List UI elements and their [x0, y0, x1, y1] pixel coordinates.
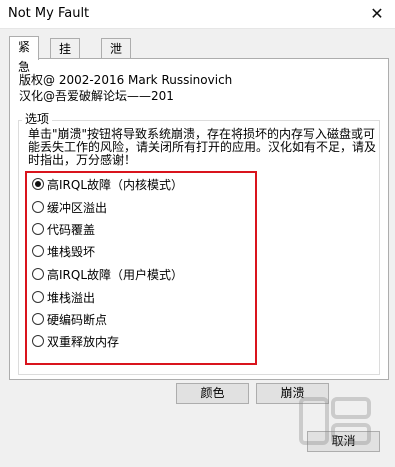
option-stack-overflow[interactable]: 堆栈溢出 — [32, 288, 95, 306]
radio-icon[interactable] — [32, 291, 44, 303]
translation-credit: 汉化@吾爱破解论坛——201 — [19, 89, 174, 103]
crash-description: 单击"崩溃"按钮将导致系统崩溃，存在将损坏的内存写入磁盘或可能丢失工作的风险，请… — [28, 127, 377, 167]
option-label: 双重释放内存 — [47, 334, 120, 349]
copyright-text: 版权@ 2002-2016 Mark Russinovich — [19, 73, 233, 87]
option-hardcoded-breakpoint[interactable]: 硬编码断点 — [32, 310, 107, 328]
radio-icon[interactable] — [32, 223, 44, 235]
radio-icon[interactable] — [32, 313, 44, 325]
tab-leak[interactable]: 泄露 — [101, 38, 132, 76]
options-group-label: 选项 — [22, 111, 53, 127]
radio-selected-icon[interactable] — [32, 178, 44, 190]
option-high-irql-kernel[interactable]: 高IRQL故障（内核模式） — [32, 175, 183, 193]
option-code-overwrite[interactable]: 代码覆盖 — [32, 220, 95, 238]
tab-hang[interactable]: 挂起 — [50, 38, 81, 76]
option-label: 堆栈毁坏 — [47, 244, 96, 259]
option-label: 代码覆盖 — [47, 222, 96, 237]
radio-icon[interactable] — [32, 245, 44, 257]
option-stack-trash[interactable]: 堆栈毁坏 — [32, 242, 95, 260]
color-button[interactable]: 颜色 — [176, 383, 249, 404]
option-label: 高IRQL故障（内核模式） — [47, 177, 184, 192]
radio-icon[interactable] — [32, 201, 44, 213]
copyright-info: 版权@ 2002-2016 Mark Russinovich 汉化@吾爱破解论坛… — [19, 72, 232, 104]
tab-crash[interactable]: 紧急 — [9, 36, 40, 74]
option-double-free[interactable]: 双重释放内存 — [32, 332, 119, 350]
option-label: 缓冲区溢出 — [47, 200, 108, 215]
option-label: 硬编码断点 — [47, 312, 108, 327]
window-title: Not My Fault — [8, 6, 90, 21]
option-label: 高IRQL故障（用户模式） — [47, 267, 184, 282]
option-buffer-overflow[interactable]: 缓冲区溢出 — [32, 198, 107, 216]
close-icon[interactable]: ✕ — [365, 3, 389, 25]
option-label: 堆栈溢出 — [47, 290, 96, 305]
watermark-logo-icon — [299, 397, 371, 445]
title-bar: Not My Fault ✕ — [0, 0, 395, 29]
option-high-irql-user[interactable]: 高IRQL故障（用户模式） — [32, 265, 183, 283]
radio-icon[interactable] — [32, 268, 44, 280]
radio-icon[interactable] — [32, 335, 44, 347]
